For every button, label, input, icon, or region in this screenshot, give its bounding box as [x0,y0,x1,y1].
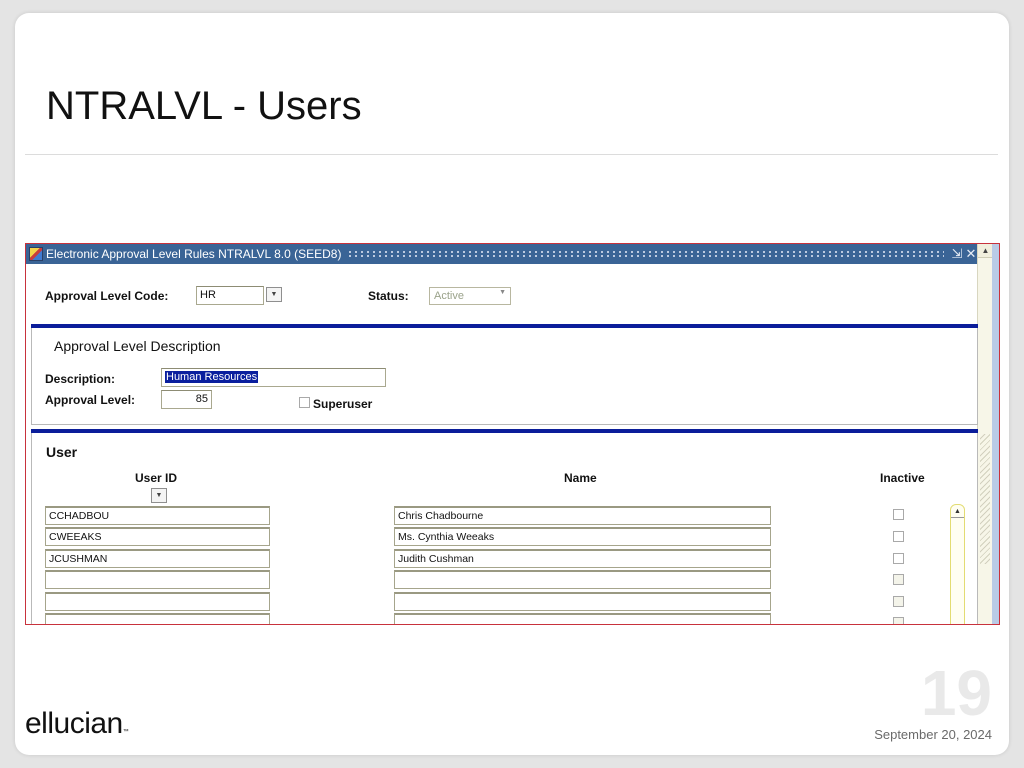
logo-text: ellucian [25,707,123,740]
scroll-up-arrow-icon[interactable]: ▲ [951,505,964,518]
inactive-column-header: Inactive [880,471,925,485]
name-field[interactable] [394,570,771,589]
status-label: Status: [368,289,409,303]
approval-level-label: Approval Level: [45,393,136,407]
user-id-field[interactable] [45,570,270,589]
window-titlebar: Electronic Approval Level Rules NTRALVL … [26,244,978,264]
user-id-field[interactable]: CCHADBOU [45,506,270,525]
user-id-lookup-button[interactable]: ▼ [151,488,167,503]
name-field[interactable] [394,613,771,624]
window-title: Electronic Approval Level Rules NTRALVL … [46,247,342,261]
chevron-down-icon: ▼ [499,289,506,296]
name-field[interactable]: Ms. Cynthia Weeaks [394,527,771,546]
name-field[interactable] [394,592,771,611]
user-block-heading: User [46,444,78,460]
window-edge [992,244,999,624]
user-id-field[interactable]: CWEEAKS [45,527,270,546]
titlebar-pattern [347,250,944,258]
minimize-icon[interactable]: ⇲ [950,246,964,262]
inactive-checkbox[interactable] [893,509,904,520]
user-block-scrollbar[interactable]: ▲ [950,504,965,624]
scroll-grip [980,434,990,564]
description-block-heading: Approval Level Description [54,338,221,354]
approval-level-code-label: Approval Level Code: [45,289,169,303]
user-id-column-header: User ID [135,471,178,485]
approval-level-field[interactable]: 85 [161,390,212,409]
title-divider [25,154,998,155]
status-select[interactable]: Active ▼ [429,287,511,305]
slide-title: NTRALVL - Users [46,84,362,128]
ellucian-logo: ellucian™ [25,707,129,741]
inactive-checkbox[interactable] [893,596,904,607]
superuser-label: Superuser [313,397,373,411]
inactive-checkbox[interactable] [893,553,904,564]
inactive-checkbox[interactable] [893,574,904,585]
form-icon [29,247,43,261]
scroll-up-arrow-icon[interactable]: ▲ [978,244,993,258]
name-field[interactable]: Chris Chadbourne [394,506,771,525]
name-column-header: Name [564,471,597,485]
banner-form-window: Electronic Approval Level Rules NTRALVL … [25,243,1000,625]
trademark-symbol: ™ [122,729,129,735]
description-field[interactable]: Human Resources [161,368,386,387]
status-value: Active [434,290,464,302]
user-id-field[interactable] [45,592,270,611]
superuser-checkbox[interactable] [299,397,310,408]
description-value: Human Resources [165,371,259,383]
slide-date: September 20, 2024 [874,727,992,742]
user-id-field[interactable]: JCUSHMAN [45,549,270,568]
name-field[interactable]: Judith Cushman [394,549,771,568]
inactive-checkbox[interactable] [893,617,904,624]
approval-level-code-field[interactable]: HR [196,286,264,305]
close-icon[interactable]: ✕ [964,246,978,262]
inactive-checkbox[interactable] [893,531,904,542]
description-label: Description: [45,372,116,386]
page-number: 19 [920,657,992,729]
code-lookup-button[interactable]: ▼ [266,287,282,302]
user-id-field[interactable] [45,613,270,624]
window-scrollbar[interactable]: ▲ [977,244,993,624]
